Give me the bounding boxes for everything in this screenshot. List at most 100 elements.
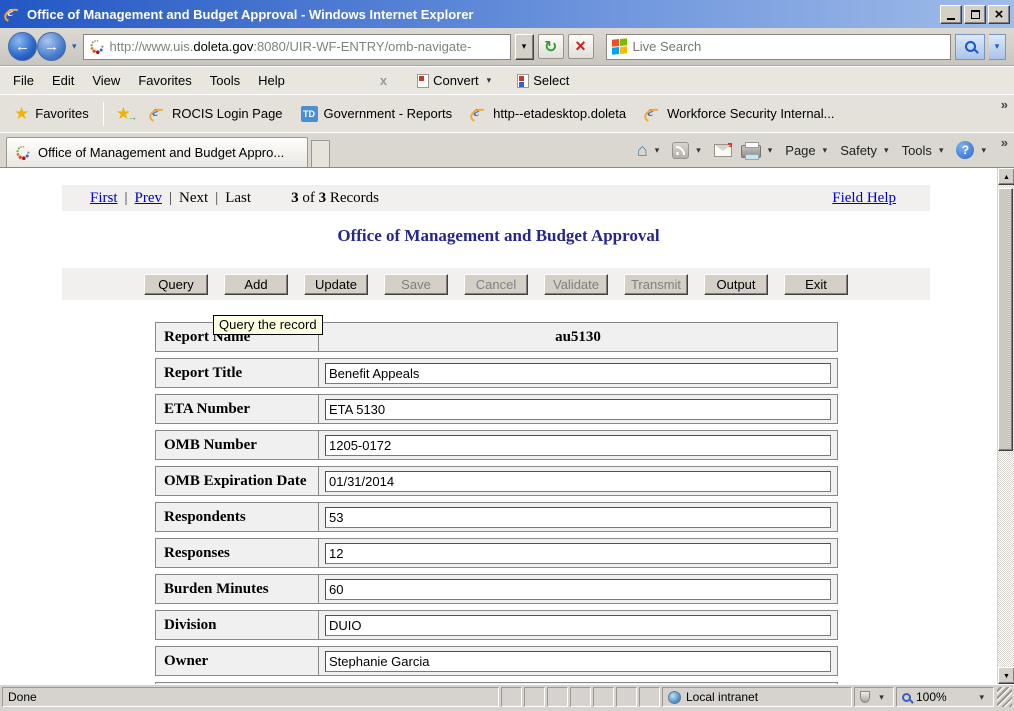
back-button[interactable]: ← (8, 32, 37, 61)
chevron-down-icon: ▾ (764, 145, 777, 156)
output-button[interactable]: Output (704, 274, 768, 295)
globe-icon (668, 691, 681, 704)
search-dropdown-button[interactable]: ▾ (989, 34, 1006, 60)
scroll-down-button[interactable]: ▼ (998, 667, 1014, 684)
page-menu-button[interactable]: Page▾ (785, 143, 831, 158)
omb-number-label: OMB Number (156, 431, 319, 459)
favorite-link-etadesktop[interactable]: e http--etadesktop.doleta (464, 102, 632, 126)
protected-mode-button[interactable]: ▾ (854, 687, 894, 707)
url-dropdown-button[interactable]: ▾ (515, 34, 534, 60)
ie-favicon: e (470, 106, 487, 122)
favorite-link-rocis[interactable]: e ROCIS Login Page (143, 102, 289, 126)
form-row-partial (155, 682, 838, 684)
tab-title: Office of Management and Budget Appro... (38, 145, 284, 160)
owner-input[interactable] (325, 651, 831, 672)
favorite-link-workforce-security[interactable]: e Workforce Security Internal... (638, 102, 840, 126)
exit-button[interactable]: Exit (784, 274, 848, 295)
form-row-burden-minutes: Burden Minutes (155, 574, 838, 604)
zoom-level: 100% (916, 690, 947, 704)
form-row-omb-expiration: OMB Expiration Date (155, 466, 838, 496)
search-input[interactable] (633, 39, 945, 54)
home-button[interactable]: ⌂▾ (637, 140, 663, 161)
minimize-icon (947, 18, 955, 20)
home-icon: ⌂ (637, 140, 648, 161)
history-dropdown[interactable]: ▾ (70, 41, 79, 52)
safety-menu-button[interactable]: Safety▾ (840, 143, 892, 158)
eta-number-input[interactable] (325, 399, 831, 420)
report-title-input[interactable] (325, 363, 831, 384)
respondents-label: Respondents (156, 503, 319, 531)
print-button[interactable]: ▾ (741, 142, 777, 158)
close-icon: × (995, 7, 1004, 22)
omb-number-input[interactable] (325, 435, 831, 456)
refresh-button[interactable]: ↻ (538, 34, 564, 59)
first-record-link[interactable]: First (90, 190, 118, 207)
query-button[interactable]: Query (144, 274, 208, 295)
tools-menu-button[interactable]: Tools▾ (902, 143, 948, 158)
form-row-report-title: Report Title (155, 358, 838, 388)
stop-button[interactable]: × (568, 34, 594, 59)
form-row-eta-number: ETA Number (155, 394, 838, 424)
scroll-up-button[interactable]: ▲ (998, 168, 1014, 185)
favorite-link-government-reports[interactable]: TD Government - Reports (295, 102, 459, 126)
browser-window: e Office of Management and Budget Approv… (0, 0, 1014, 711)
help-button[interactable]: ?▾ (956, 141, 990, 159)
url-field[interactable]: http://www.uis.doleta.gov:8080/UIR-WF-EN… (83, 34, 511, 60)
record-nav-links: First | Prev | Next | Last (90, 190, 251, 207)
update-button[interactable]: Update (304, 274, 368, 295)
menu-file[interactable]: File (4, 69, 43, 92)
menu-tools[interactable]: Tools (201, 69, 249, 92)
search-button[interactable] (955, 34, 985, 60)
respondents-input[interactable] (325, 507, 831, 528)
favorites-button[interactable]: ★ Favorites (6, 101, 97, 126)
search-box (606, 34, 951, 60)
report-title-label: Report Title (156, 359, 319, 387)
resize-grip[interactable] (997, 687, 1012, 707)
add-to-favorites-bar-button[interactable]: ★ → (110, 101, 137, 126)
prev-record-link[interactable]: Prev (135, 190, 163, 207)
page-title: Office of Management and Budget Approval (0, 226, 997, 246)
feeds-button[interactable]: ▾ (672, 142, 705, 159)
scroll-down-icon: ▼ (1003, 672, 1010, 680)
tab-bar: Office of Management and Budget Appro...… (0, 132, 1014, 168)
form-row-responses: Responses (155, 538, 838, 568)
scrollbar-track[interactable] (998, 185, 1014, 667)
chevron-down-icon: ▾ (651, 145, 664, 156)
search-icon (965, 41, 976, 52)
commands-overflow-chevron[interactable]: » (1001, 135, 1008, 150)
favorites-overflow-chevron[interactable]: » (1001, 97, 1008, 112)
vertical-scrollbar[interactable]: ▲ ▼ (997, 168, 1014, 684)
responses-input[interactable] (325, 543, 831, 564)
toolbar-close-button[interactable]: x (372, 73, 395, 88)
add-button[interactable]: Add (224, 274, 288, 295)
omb-expiration-label: OMB Expiration Date (156, 467, 319, 495)
mail-icon (714, 144, 732, 157)
omb-form: Report Name au5130 Report Title ETA Numb… (155, 322, 838, 684)
minimize-button[interactable] (940, 5, 962, 24)
new-tab-stub[interactable] (311, 140, 330, 167)
ie-logo-icon: e (4, 6, 21, 22)
division-input[interactable] (325, 615, 831, 636)
select-button[interactable]: Select (517, 73, 569, 88)
next-record-label: Next (179, 190, 208, 207)
tab-omb-approval[interactable]: Office of Management and Budget Appro... (6, 137, 308, 167)
field-help-link[interactable]: Field Help (832, 190, 896, 207)
burden-minutes-input[interactable] (325, 579, 831, 600)
forward-button[interactable]: → (37, 32, 66, 61)
menu-view[interactable]: View (83, 69, 129, 92)
convert-pdf-icon (417, 74, 429, 88)
status-segment (524, 687, 545, 707)
form-row-omb-number: OMB Number (155, 430, 838, 460)
maximize-button[interactable] (964, 5, 986, 24)
close-button[interactable]: × (988, 5, 1010, 24)
omb-expiration-input[interactable] (325, 471, 831, 492)
menu-help[interactable]: Help (249, 69, 294, 92)
menu-favorites[interactable]: Favorites (129, 69, 200, 92)
scrollbar-thumb[interactable] (998, 188, 1013, 451)
responses-label: Responses (156, 539, 319, 567)
read-mail-button[interactable] (714, 144, 732, 157)
form-row-owner: Owner (155, 646, 838, 676)
convert-button[interactable]: Convert ▾ (417, 73, 495, 88)
zoom-control[interactable]: 100% ▾ (896, 687, 994, 707)
menu-edit[interactable]: Edit (43, 69, 83, 92)
